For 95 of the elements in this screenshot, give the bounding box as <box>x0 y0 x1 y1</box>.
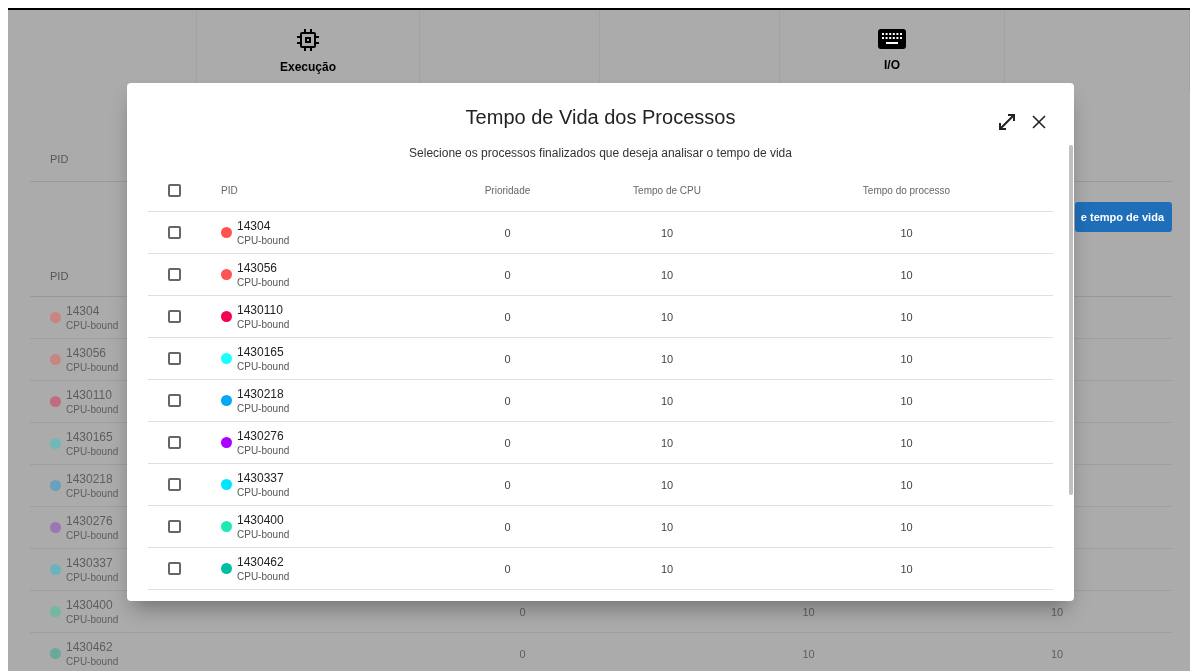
expand-icon[interactable] <box>998 113 1016 131</box>
type-text: CPU-bound <box>237 235 290 246</box>
process-time-cell-text: 10 <box>899 394 914 407</box>
process-time-cell-text: 10 <box>899 436 914 449</box>
type-text: CPU-bound <box>237 487 290 498</box>
type-text: CPU-bound <box>66 320 119 331</box>
priority-cell-text: 0 <box>503 352 512 365</box>
scrollbar[interactable] <box>1069 145 1073 495</box>
pid-text: 1430462 <box>66 640 114 654</box>
column-header: Tempo do processo <box>861 185 952 196</box>
row-checkbox[interactable] <box>168 226 181 239</box>
cpu-time-cell-text: 10 <box>659 310 675 323</box>
type-text: CPU-bound <box>66 362 119 373</box>
type-text: CPU-bound <box>66 656 119 667</box>
row-checkbox[interactable] <box>168 268 181 281</box>
column-header: Prioridade <box>483 185 532 196</box>
type-text: CPU-bound <box>66 572 119 583</box>
cpu-time-cell: 10 <box>802 605 815 618</box>
type-text: CPU-bound <box>237 403 290 414</box>
pid-text: 1430165 <box>237 345 285 359</box>
row-checkbox[interactable] <box>168 310 181 323</box>
column-header: PID <box>50 153 69 165</box>
cpu-time-cell-text: 10 <box>659 226 675 239</box>
dialog-subtitle: Selecione os processos finalizados que deseja analisar o tempo de vida <box>408 146 793 160</box>
pid-text: 1430110 <box>66 388 113 402</box>
priority-cell-text: 0 <box>503 394 512 407</box>
column-header: PID <box>50 270 69 282</box>
type-text: CPU-bound <box>66 614 119 625</box>
type-text: CPU-bound <box>66 530 119 541</box>
type-text: CPU-bound <box>237 571 290 582</box>
type-text: CPU-bound <box>66 446 119 457</box>
priority-cell-text: 0 <box>503 562 512 575</box>
pid-text: 143056 <box>66 346 108 360</box>
pid-text: 1430276 <box>237 429 285 443</box>
pid-text: 1430400 <box>66 598 114 612</box>
pid-text: 1430400 <box>237 513 285 527</box>
type-text: CPU-bound <box>237 445 290 456</box>
tab-label[interactable]: Execução <box>279 60 336 74</box>
type-text: CPU-bound <box>66 488 119 499</box>
column-header: Tempo de CPU <box>632 185 702 196</box>
chip-icon <box>296 28 320 52</box>
pid-text: 1430337 <box>237 471 285 485</box>
cpu-time-cell-text: 10 <box>659 394 675 407</box>
cpu-time-cell-text: 10 <box>659 478 675 491</box>
process-time-cell-text: 10 <box>899 268 914 281</box>
pid-text: 14304 <box>66 304 101 318</box>
priority-cell-text: 0 <box>503 478 512 491</box>
pid-text: 1430337 <box>66 556 114 570</box>
priority-cell: 0 <box>519 605 526 618</box>
process-time-cell-text: 10 <box>899 562 914 575</box>
pid-text: 143056 <box>237 261 279 275</box>
priority-cell-text: 0 <box>503 310 512 323</box>
priority-cell-text: 0 <box>503 226 512 239</box>
select-all-checkbox[interactable] <box>168 184 181 197</box>
pid-text: 1430110 <box>237 303 284 317</box>
dialog-title: Tempo de Vida dos Processos <box>465 106 736 130</box>
cpu-time-cell: 10 <box>802 647 815 660</box>
cpu-time-cell-text: 10 <box>659 562 675 575</box>
process-time-cell-text: 10 <box>899 310 914 323</box>
row-checkbox[interactable] <box>168 352 181 365</box>
cpu-time-cell-text: 10 <box>659 268 675 281</box>
pid-text: 1430462 <box>237 555 285 569</box>
pid-text: 1430276 <box>66 514 114 528</box>
type-text: CPU-bound <box>237 277 290 288</box>
process-time-cell-text: 10 <box>899 352 914 365</box>
type-text: CPU-bound <box>237 319 290 330</box>
pid-text: 14304 <box>237 219 272 233</box>
pid-text: 1430218 <box>66 472 114 486</box>
pid-text: 1430218 <box>237 387 285 401</box>
process-time-cell: 10 <box>1050 647 1064 660</box>
column-header: PID <box>220 185 239 196</box>
priority-cell: 0 <box>519 647 526 660</box>
row-checkbox[interactable] <box>168 478 181 491</box>
process-time-cell-text: 10 <box>899 226 914 239</box>
row-checkbox[interactable] <box>168 520 181 533</box>
tab-label[interactable]: I/O <box>884 58 900 72</box>
close-icon[interactable] <box>1032 115 1046 129</box>
process-time-cell-text: 10 <box>899 520 914 533</box>
row-checkbox[interactable] <box>168 394 181 407</box>
type-text: CPU-bound <box>66 404 119 415</box>
row-checkbox[interactable] <box>168 436 181 449</box>
action-button[interactable]: e tempo de vida <box>1074 202 1172 232</box>
cpu-time-cell-text: 10 <box>659 352 675 365</box>
pid-text: 1430165 <box>66 430 114 444</box>
type-text: CPU-bound <box>237 361 290 372</box>
priority-cell-text: 0 <box>503 268 512 281</box>
process-time-cell-text: 10 <box>899 478 914 491</box>
priority-cell-text: 0 <box>503 520 512 533</box>
cpu-time-cell-text: 10 <box>659 436 675 449</box>
process-time-cell: 10 <box>1050 605 1064 618</box>
keyboard-icon <box>877 28 907 50</box>
row-checkbox[interactable] <box>168 562 181 575</box>
cpu-time-cell-text: 10 <box>659 520 675 533</box>
type-text: CPU-bound <box>237 529 290 540</box>
priority-cell-text: 0 <box>503 436 512 449</box>
